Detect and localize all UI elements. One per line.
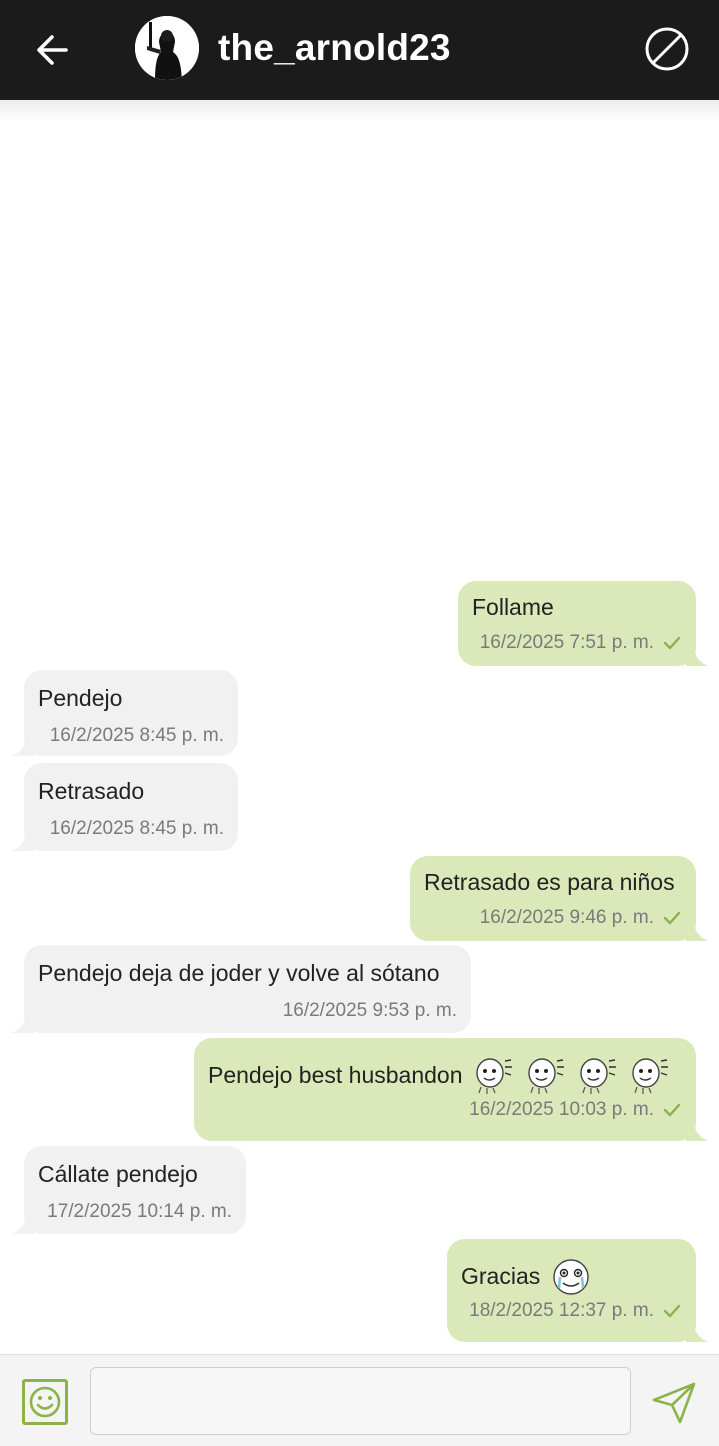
message-text-content: Follame (472, 594, 554, 620)
header-shadow (0, 100, 719, 122)
message-bubble-incoming[interactable]: Pendejo deja de joder y volve al sótano … (12, 945, 471, 1033)
message-meta: 16/2/2025 8:45 p. m. (38, 805, 224, 841)
check-icon (663, 1304, 681, 1318)
message-list[interactable]: Follame 16/2/2025 7:51 p. m. Pendejo 16/… (0, 122, 719, 1352)
bubble-tail (686, 1322, 708, 1342)
message-input[interactable] (90, 1367, 631, 1435)
arrow-left-icon (37, 35, 68, 65)
message-timestamp: 18/2/2025 12:37 p. m. (469, 1300, 654, 1321)
message-meta: 16/2/2025 8:45 p. m. (38, 712, 224, 748)
message-bubble-outgoing[interactable]: Gracias 18/2/2025 12:37 p. m. (447, 1239, 708, 1342)
message-timestamp: 16/2/2025 8:45 p. m. (49, 725, 224, 746)
message-bubble-incoming[interactable]: Cállate pendejo 17/2/2025 10:14 p. m. (12, 1146, 246, 1234)
message-meta: 16/2/2025 7:51 p. m. (472, 621, 682, 655)
message-text: Retrasado es para niños (424, 856, 682, 896)
check-icon (663, 911, 681, 925)
message-timestamp: 16/2/2025 8:45 p. m. (49, 818, 224, 839)
message-meta: 16/2/2025 10:03 p. m. (208, 1096, 682, 1122)
smiley-icon (29, 1386, 61, 1418)
avatar[interactable] (135, 16, 199, 80)
message-text: Cállate pendejo (38, 1146, 232, 1188)
chat-header: the_arnold23 (0, 0, 719, 100)
message-text-content: Pendejo (38, 685, 123, 711)
message-meta: 16/2/2025 9:46 p. m. (424, 896, 682, 930)
soldier-silhouette-icon (135, 16, 199, 80)
send-button[interactable] (650, 1379, 698, 1427)
check-icon (663, 1103, 681, 1117)
block-icon (645, 27, 689, 71)
send-icon (652, 1382, 696, 1424)
meme-face-icon (527, 1058, 564, 1094)
back-button[interactable] (30, 28, 74, 72)
meme-face-icon (475, 1058, 512, 1094)
message-bubble-incoming[interactable]: Retrasado 16/2/2025 8:45 p. m. (12, 763, 238, 851)
emoji-button[interactable] (22, 1379, 68, 1425)
message-text-content: Cállate pendejo (38, 1161, 198, 1187)
message-text-content: Retrasado es para niños (424, 869, 675, 895)
message-timestamp: 17/2/2025 10:14 p. m. (47, 1201, 232, 1222)
bubble-tail (12, 831, 34, 851)
message-text-content: Gracias (461, 1263, 541, 1289)
message-bubble-outgoing[interactable]: Pendejo best husbandon 16/2/2025 10:03 p… (194, 1038, 708, 1141)
message-meta: 17/2/2025 10:14 p. m. (38, 1188, 232, 1224)
meme-face-icon (579, 1058, 616, 1094)
message-text: Follame (472, 581, 682, 621)
message-text: Pendejo (38, 670, 224, 712)
bubble-tail (686, 1121, 708, 1141)
message-meta: 18/2/2025 12:37 p. m. (461, 1297, 682, 1323)
meme-face-icon (631, 1058, 668, 1094)
block-button[interactable] (643, 25, 691, 73)
message-bubble-outgoing[interactable]: Follame 16/2/2025 7:51 p. m. (458, 581, 708, 666)
message-text-content: Pendejo deja de joder y volve al sótano (38, 960, 440, 986)
bubble-tail (686, 921, 708, 941)
bubble-tail (686, 646, 708, 666)
message-text-content: Pendejo best husbandon (208, 1062, 463, 1088)
message-bubble-incoming[interactable]: Pendejo 16/2/2025 8:45 p. m. (12, 670, 238, 756)
message-text: Pendejo deja de joder y volve al sótano (38, 945, 457, 987)
message-text: Pendejo best husbandon (208, 1038, 682, 1096)
check-icon (663, 636, 681, 650)
message-text: Retrasado (38, 763, 224, 805)
message-timestamp: 16/2/2025 10:03 p. m. (469, 1099, 654, 1120)
crying-meme-face-icon (553, 1259, 589, 1295)
message-text: Gracias (461, 1239, 682, 1297)
bubble-tail (12, 1013, 34, 1033)
bubble-tail (12, 736, 34, 756)
bubble-tail (12, 1214, 34, 1234)
message-meta: 16/2/2025 9:53 p. m. (38, 987, 457, 1023)
composer-bar (0, 1354, 719, 1446)
page-title: the_arnold23 (218, 27, 451, 68)
message-timestamp: 16/2/2025 7:51 p. m. (479, 632, 654, 653)
message-bubble-outgoing[interactable]: Retrasado es para niños 16/2/2025 9:46 p… (410, 856, 708, 941)
message-timestamp: 16/2/2025 9:46 p. m. (479, 907, 654, 928)
message-timestamp: 16/2/2025 9:53 p. m. (282, 1000, 457, 1021)
message-text-content: Retrasado (38, 778, 145, 804)
